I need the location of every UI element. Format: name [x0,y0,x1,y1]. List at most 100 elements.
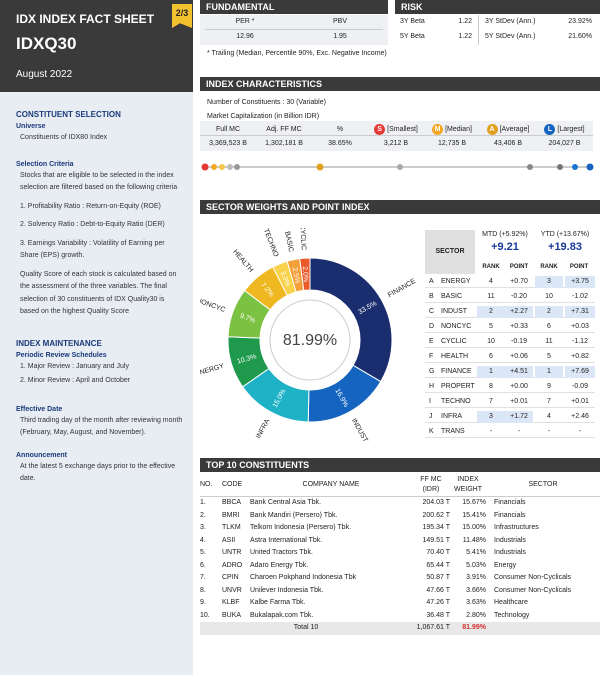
cell-weight: 5.03% [466,561,486,569]
universe-text: Constituents of IDX80 Index [20,134,108,141]
sector-letter: G [429,368,435,375]
total-ffmc: 1,067.61 T [416,624,450,631]
cell-sector: Industrials [494,536,526,544]
hdr-largest: L [Largest] [536,124,593,136]
mtd-rank: 5 [489,323,493,330]
table-row: 9. KLBF Kalbe Farma Tbk. 47.26 T 3.63% Health… [200,597,600,610]
cell-weight: 2.80% [466,611,486,619]
sector-letter: H [429,383,435,390]
risk-heading: RISK [395,0,600,14]
sector-row-health: F HEALTH 6 +0.06 5 +0.82 [425,351,595,363]
donut-sector-label: INFRA [255,418,271,440]
scale-dot [397,164,403,170]
table-row: 5. UNTR United Tractors Tbk. 70.40 T 5.41% In… [200,547,600,560]
largest-icon: L [544,124,556,135]
review-item: 1. Major Review : January and July [20,362,129,370]
average-icon: A [486,124,498,135]
criteria-item: 2. Solvency Ratio : Debt-to-Equity Ratio… [20,221,165,228]
mtd-point: +0.00 [510,383,528,390]
table-row: 7. CPIN Charoen Pokphand Indonesia Tbk 50.8… [200,572,600,585]
cell-sector: Consumer Non-Cyclicals [494,574,572,581]
sector-row-energy: A ENERGY 4 +0.70 3 +3.75 [425,276,595,288]
cell-sector: Financials [494,499,526,506]
mtd-rank: 7 [489,398,493,405]
sd3-value: 23.92% [568,18,592,25]
scale-dot [227,164,233,170]
cell-code: BBCA [222,499,242,506]
fundamental-note: * Trailing (Median, Percentile 90%, Exc.… [207,50,387,57]
sector-weights-heading: SECTOR WEIGHTS AND POINT INDEX [200,200,600,214]
rank-subheader: RANK [482,264,500,270]
maintenance-title: INDEX MAINTENANCE [16,338,102,348]
review-item: 2. Minor Review : April and October [20,377,131,384]
sector-letter: B [429,293,434,300]
cell-weight: 3.66% [466,586,486,594]
donut-slice-finance [309,257,393,383]
mtd-rank: 8 [489,383,493,390]
header: IDX INDEX FACT SHEET IDXQ30 August 2022 … [0,0,193,92]
cell-company: Telkom Indonesia (Persero) Tbk. [250,524,352,531]
sector-name: NONCYC [441,323,472,330]
col-no: NO. [200,474,222,497]
scale-dot [219,164,225,170]
per-value: 12.96 [236,33,254,40]
col-ffmc: FF MC (IDR) [412,474,450,497]
fundamental-heading: FUNDAMENTAL [200,0,388,14]
sector-letter: D [429,323,435,330]
sector-row-infra: J INFRA 3 +1.72 4 +2.46 [425,411,595,423]
point-subheader: POINT [509,264,529,270]
cell-code: TLKM [222,524,241,531]
cell-code: UNTR [222,549,242,556]
sector-name: PROPERT [441,383,475,390]
cell-weight: 15.00% [462,524,486,531]
cell-no: 5. [200,549,206,556]
sector-row-propert: H PROPERT 8 +0.00 9 -0.09 [425,381,595,393]
report-date: August 2022 [16,69,73,80]
donut-sector-label: BASIC [283,231,294,253]
ytd-rank: 1 [535,366,563,378]
mtd-rank: 4 [489,278,493,285]
median-icon: M [432,124,444,135]
mtd-rank: 6 [489,353,493,360]
scale-dot [527,164,533,170]
cell-company: Bank Mandiri (Persero) Tbk. [250,511,338,519]
cell-no: 2. [200,511,206,519]
constituents-count: Number of Constituents : 30 (Variable) [207,99,326,106]
cell-sector: Consumer Non-Cyclicals [494,586,572,594]
sector-letter: K [429,428,434,435]
mtd-rank: 3 [477,411,505,423]
scale-dot-smallest [201,163,209,171]
cell-ffmc: 204.03 T [422,499,450,506]
mtd-point: +0.33 [510,323,528,330]
ytd-rank: 6 [547,323,551,330]
cell-ffmc: 195.34 T [422,524,450,531]
cell-code: CPIN [222,574,239,581]
sector-row-indust: C INDUST 2 +2.27 2 +7.31 [425,306,595,318]
cell-no: 6. [200,561,206,569]
donut-sector-label: FINANCE [387,278,417,299]
donut-center-label: 81.99% [283,332,337,349]
cell-company: Unilever Indonesia Tbk. [250,586,324,594]
risk-divider [478,15,479,45]
donut-sector-label: CYCLIC [298,228,307,250]
mtd-point: +0.06 [510,353,528,360]
beta5-label: 5Y Beta [400,33,425,40]
cell-weight: 15.41% [462,511,486,519]
ytd-rank: 11 [545,338,553,345]
mtd-header: MTD (+5.92%) [482,231,528,238]
page-badge: 2/3 [172,4,192,28]
factsheet-title: IDX INDEX FACT SHEET [16,12,155,26]
ytd-header: YTD (+13.67%) [540,231,590,238]
hdr-percent: % [312,124,368,136]
ytd-value: +19.83 [548,241,582,253]
cell-no: 10. [200,611,210,619]
donut-sector-label: NONCYC [200,297,226,314]
cell-ffmc: 149.51 T [422,536,450,544]
cell-weight: 15.67% [462,499,486,506]
sector-letter: J [429,413,433,420]
ytd-rank: 3 [535,276,563,288]
ytd-point: +0.03 [571,323,589,330]
sector-letter: F [429,353,434,360]
cell-ffmc: 70.40 T [426,549,450,556]
table-row: 8. UNVR Unilever Indonesia Tbk. 47.66 T 3.66… [200,585,600,598]
